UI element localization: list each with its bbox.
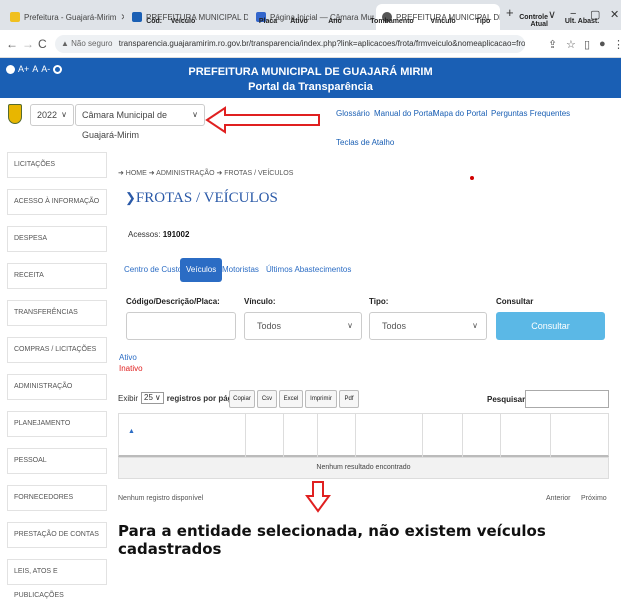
page-size-select[interactable]: 25 ∨ [141, 392, 164, 404]
close-window-icon[interactable]: ✕ [610, 8, 619, 21]
red-dot-marker [470, 176, 474, 180]
sort-icon[interactable]: ▲ [128, 428, 135, 435]
sidebar-item-receita[interactable]: RECEITA [7, 263, 107, 289]
tab-ultimos-abastecimentos[interactable]: Últimos Abastecimentos [266, 258, 351, 282]
status-ativo[interactable]: Ativo [119, 353, 137, 362]
page-title: ❯FROTAS / VEÍCULOS [125, 190, 278, 206]
back-icon[interactable]: ← [6, 37, 18, 51]
vinculo-filter-label: Vínculo: [244, 297, 276, 306]
chevron-down-icon: ∨ [192, 110, 198, 119]
sidebar-item-administracao[interactable]: ADMINISTRAÇÃO [7, 374, 107, 400]
search-input[interactable] [525, 390, 609, 408]
annotation-arrow-down [305, 481, 331, 513]
column-header-veiculo[interactable]: Veículo [168, 0, 198, 42]
access-counter: Acessos: 191002 [128, 230, 190, 239]
forward-icon[interactable]: → [22, 37, 34, 51]
chevron-down-icon: ∨ [472, 321, 478, 330]
tab-search-icon[interactable]: ∨ [548, 8, 556, 21]
search-label: Pesquisar: [487, 395, 528, 404]
consultar-label: Consultar [496, 297, 534, 306]
column-header-placa[interactable]: Placa [254, 0, 282, 42]
previous-page-button[interactable]: Anterior [546, 495, 571, 502]
city-crest-logo [8, 104, 22, 124]
code-filter-input[interactable] [126, 312, 236, 340]
sidebar-item-transferencias[interactable]: TRANSFERÊNCIAS [7, 300, 107, 326]
annotation-arrow-left [205, 106, 320, 134]
copy-button[interactable]: Copiar [229, 390, 255, 408]
sidebar-item-fornecedores[interactable]: FORNECEDORES [7, 485, 107, 511]
sidebar-item-prestacao-contas[interactable]: PRESTAÇÃO DE CONTAS [7, 522, 107, 548]
site-title: PREFEITURA MUNICIPAL DE GUAJARÁ MIRIM [188, 66, 433, 78]
title-arrow-icon: ❯ [125, 190, 136, 205]
column-divider [355, 413, 356, 457]
column-divider [245, 413, 246, 457]
browser-tab-1[interactable]: Prefeitura - Guajará-Mirim ✕ [4, 4, 124, 30]
not-secure-warning[interactable]: ▲ Não seguro [61, 39, 113, 48]
column-divider [550, 413, 551, 457]
table-header [118, 413, 609, 457]
column-header-ult-abast[interactable]: Ult. Abast. [556, 0, 608, 42]
entity-select[interactable]: Câmara Municipal de Guajará-Mirim ∨ [75, 104, 205, 140]
consultar-button[interactable]: Consultar [496, 312, 605, 340]
column-header-tombamento[interactable]: Tombamento [362, 0, 422, 42]
csv-button[interactable]: Csv [257, 390, 277, 408]
sidebar-item-pessoal[interactable]: PESSOAL [7, 448, 107, 474]
print-button[interactable]: Imprimir [305, 390, 337, 408]
sidebar-item-despesa[interactable]: DESPESA [7, 226, 107, 252]
column-divider [500, 413, 501, 457]
site-subtitle: Portal da Transparência [248, 81, 373, 93]
tipo-select[interactable]: Todos ∨ [369, 312, 487, 340]
favicon-icon [10, 12, 20, 22]
column-divider [422, 413, 423, 457]
show-label: Exibir [118, 393, 139, 403]
table-info: Nenhum registro disponível [118, 495, 204, 502]
reload-icon[interactable]: C [38, 37, 47, 51]
chevron-down-icon: ∨ [61, 110, 67, 119]
link-glossario[interactable]: Glossário [336, 109, 370, 118]
column-header-vinculo[interactable]: Vínculo [426, 0, 460, 42]
status-inativo[interactable]: Inativo [119, 364, 143, 373]
sidebar-item-compras[interactable]: COMPRAS / LICITAÇÕES [7, 337, 107, 363]
column-header-controle-atual[interactable]: Controle Atual [506, 0, 548, 42]
link-mapa[interactable]: Mapa do Portal [433, 109, 487, 118]
pdf-button[interactable]: Pdf [339, 390, 359, 408]
page-size-control: Exibir 25 ∨ registros por página [118, 392, 244, 404]
tab-veiculos[interactable]: Veículos [180, 258, 223, 282]
tab-title: Prefeitura - Guajará-Mirim [24, 12, 117, 22]
breadcrumb[interactable]: ➜ HOME ➜ ADMINISTRAÇÃO ➜ FROTAS / VEÍCUL… [118, 169, 293, 177]
sidebar-menu: LICITAÇÕES ACESSO À INFORMAÇÃO DESPESA R… [7, 152, 107, 599]
close-tab-icon[interactable]: ✕ [120, 12, 124, 23]
year-select[interactable]: 2022 ∨ [30, 104, 74, 126]
chevron-down-icon: ∨ [347, 321, 353, 330]
next-page-button[interactable]: Próximo [581, 495, 607, 502]
vinculo-select[interactable]: Todos ∨ [244, 312, 362, 340]
link-perguntas[interactable]: Perguntas Frequentes [491, 109, 570, 118]
empty-table-row: Nenhum resultado encontrado [118, 457, 609, 479]
column-header-ano[interactable]: Ano [320, 0, 350, 42]
excel-button[interactable]: Excel [279, 390, 303, 408]
tab-motoristas[interactable]: Motoristas [222, 258, 259, 282]
sidebar-item-acesso-informacao[interactable]: ACESSO À INFORMAÇÃO [7, 189, 107, 215]
sidebar-item-planejamento[interactable]: PLANEJAMENTO [7, 411, 107, 437]
column-header-ativo[interactable]: Ativo [284, 0, 314, 42]
column-header-tipo[interactable]: Tipo [470, 0, 496, 42]
column-header-cod[interactable]: Cód. [140, 0, 168, 42]
sidebar-item-licitacoes[interactable]: LICITAÇÕES [7, 152, 107, 178]
browser-menu-icon[interactable]: ⋮ [613, 38, 621, 51]
tipo-filter-label: Tipo: [369, 297, 389, 306]
column-divider [317, 413, 318, 457]
site-header: A+ A A- PREFEITURA MUNICIPAL DE GUAJARÁ … [0, 58, 621, 98]
column-divider [462, 413, 463, 457]
column-divider [283, 413, 284, 457]
tab-centro-custo[interactable]: Centro de Custo [124, 258, 182, 282]
link-teclas-atalho[interactable]: Teclas de Atalho [336, 138, 394, 147]
no-vehicles-message: Para a entidade selecionada, não existem… [118, 522, 546, 558]
chevron-down-icon: ∨ [154, 393, 161, 402]
sidebar-item-leis-atos[interactable]: LEIS, ATOS E PUBLICAÇÕES [7, 559, 107, 599]
link-manual[interactable]: Manual do Portal [374, 109, 434, 118]
code-filter-label: Código/Descrição/Placa: [126, 297, 220, 306]
